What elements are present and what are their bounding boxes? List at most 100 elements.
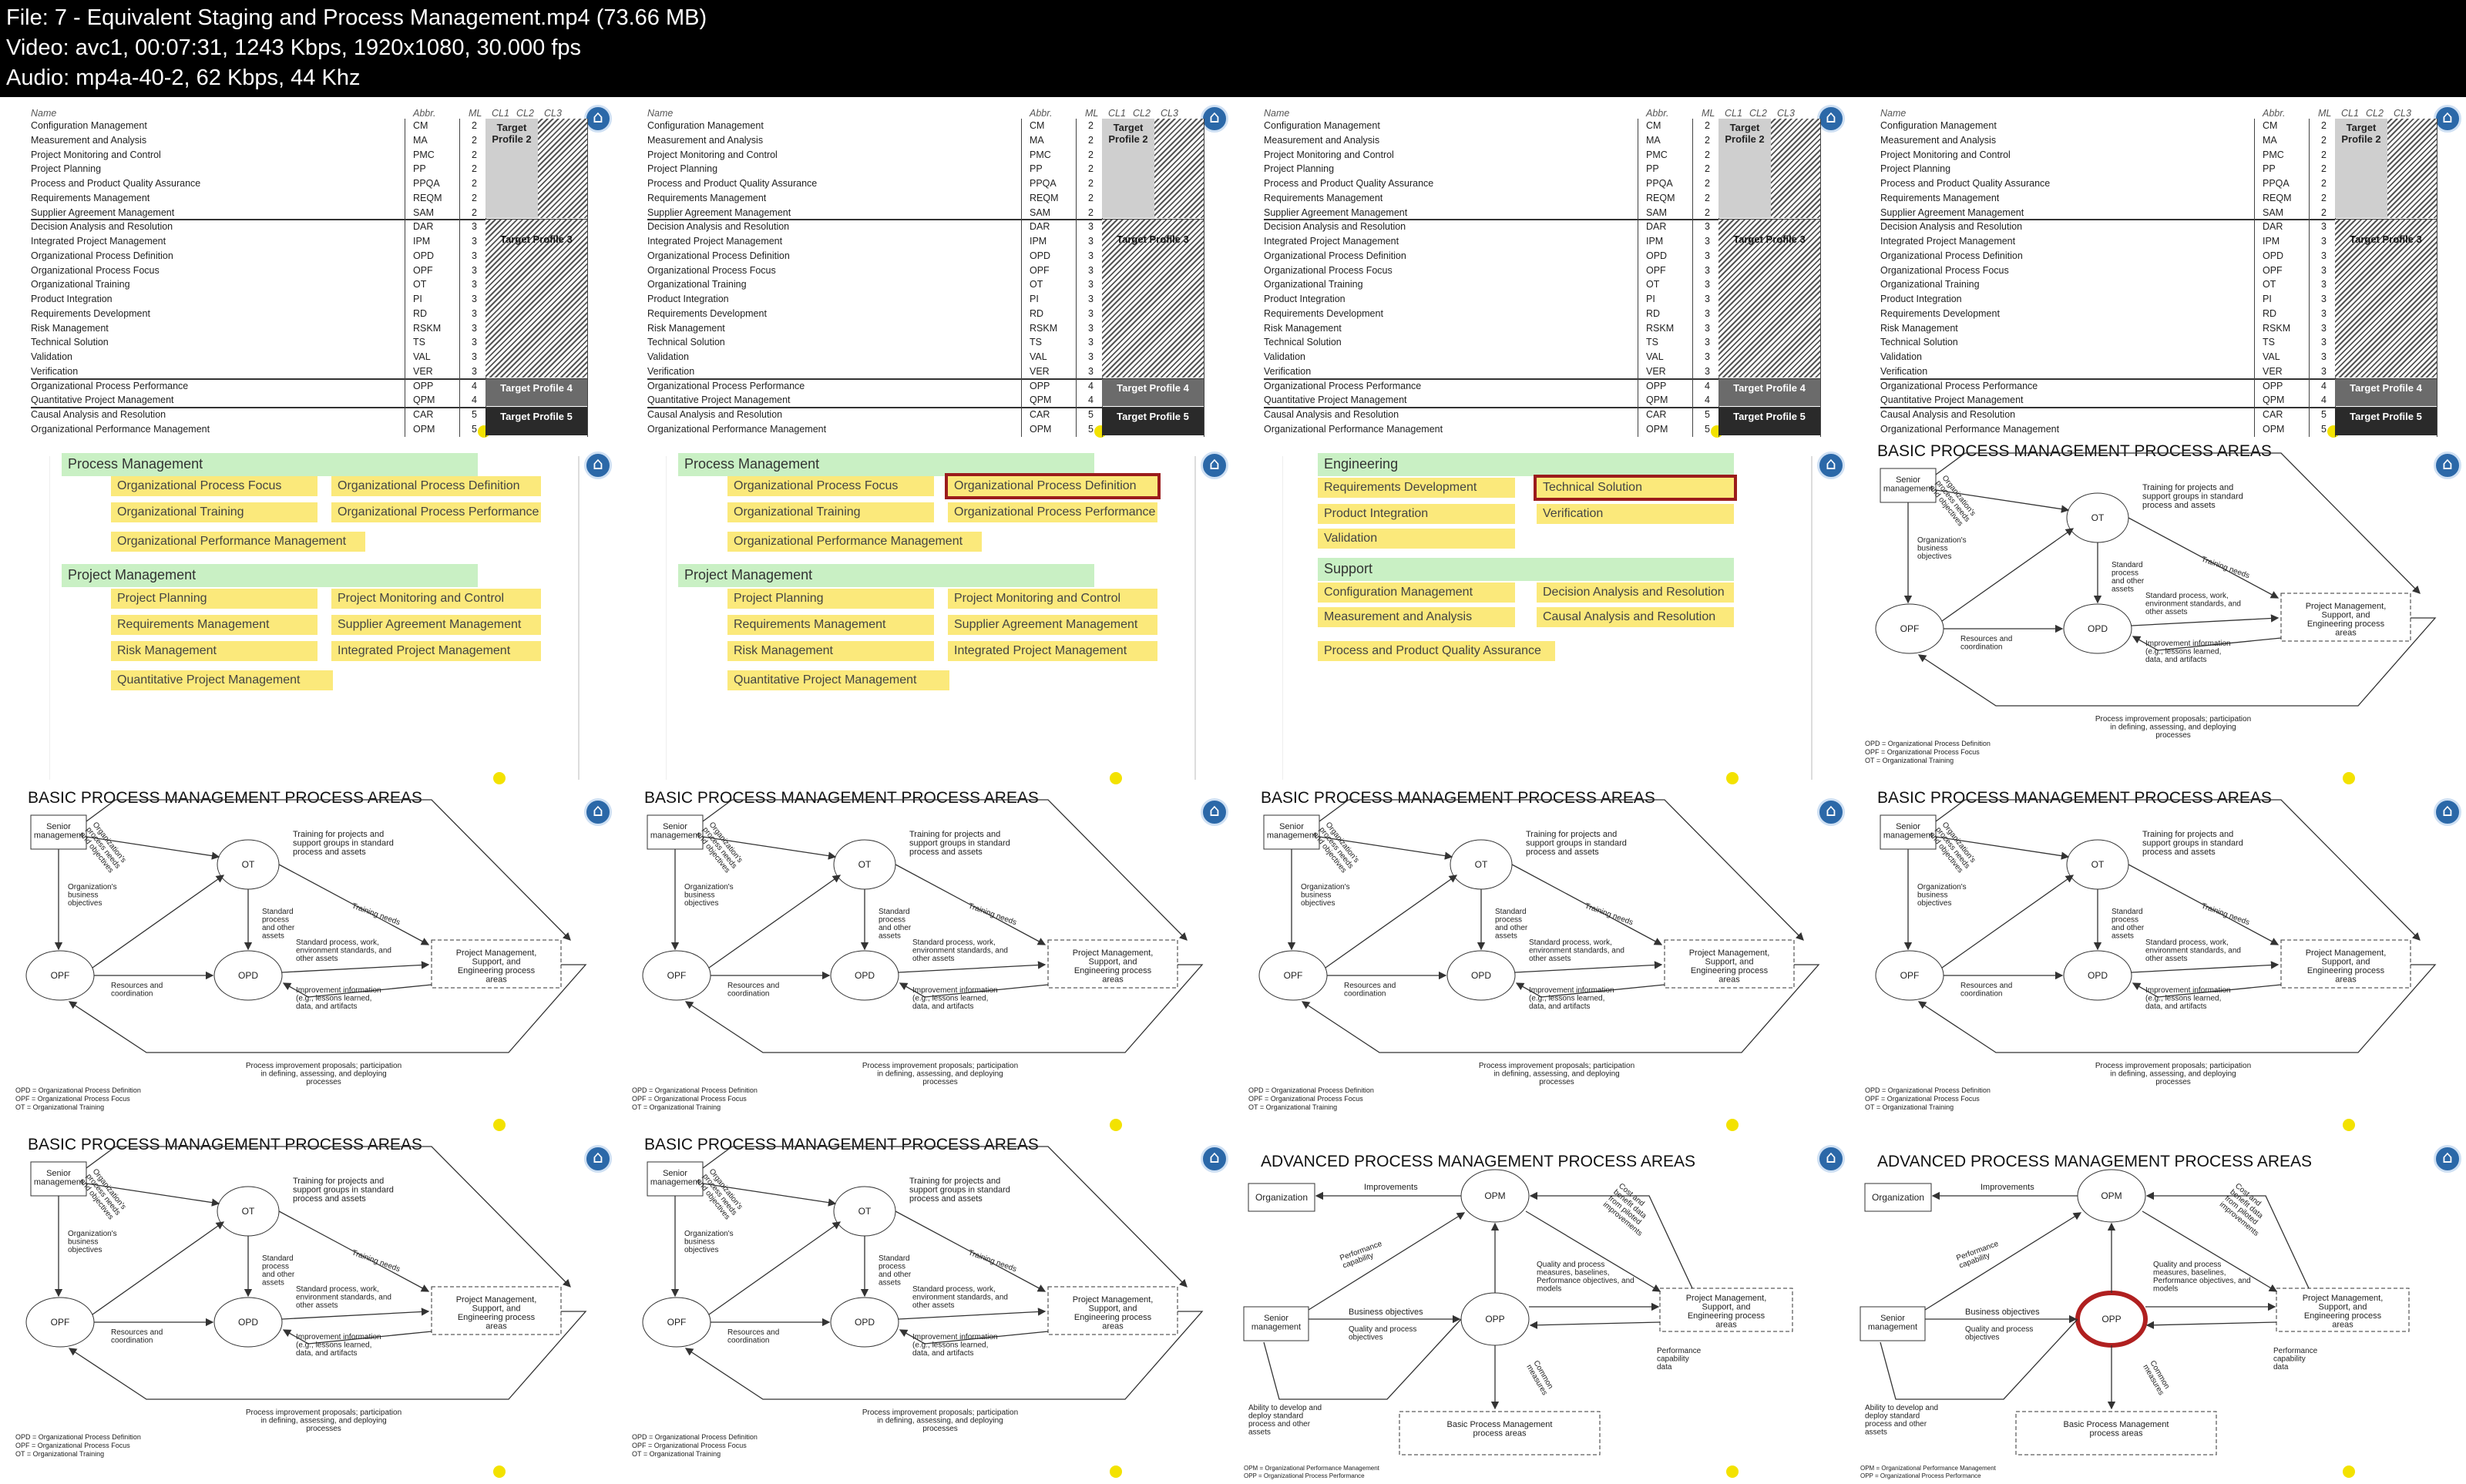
target-profile-2: Target Profile 2 <box>2335 119 2387 219</box>
category-item: Organizational Process Performance <box>948 502 1157 522</box>
thumbnail-2[interactable]: ⌂ Name Abbr. ML CL1 CL2 CL3 Configuration Manag… <box>616 97 1233 444</box>
legend-line: OPD = Organizational Process Definition <box>1865 1086 1991 1094</box>
table-vline <box>2309 119 2310 437</box>
diagram-group: Senior managementOTOPF OPDProject Manageme… <box>632 1146 1204 1458</box>
business-objectives-label: Business objectives <box>1349 1308 1423 1317</box>
standard-work-label: Standard process, work, environment stand… <box>912 938 1008 963</box>
ot-label: OT <box>2091 512 2105 523</box>
table-col-header: CL3 <box>1161 108 1178 119</box>
thumbnail-3[interactable]: ⌂ Name Abbr. ML CL1 CL2 CL3 Configuration Manag… <box>1233 97 1850 444</box>
table-row: Process and Product Quality Assurance PPQ… <box>1264 176 1710 191</box>
process-area-name: Organizational Process Definition <box>647 250 790 261</box>
thumbnail-11[interactable]: ⌂ BASIC PROCESS MANAGEMENT PROCESS AREAS S… <box>1233 791 1850 1137</box>
thumbnail-13[interactable]: ⌂ BASIC PROCESS MANAGEMENT PROCESS AREAS S… <box>0 1137 616 1484</box>
opd-label: OPD <box>855 1317 875 1328</box>
process-area-name: Process and Product Quality Assurance <box>31 178 201 189</box>
process-area-abbr: CM <box>1030 120 1045 131</box>
process-area-name: Requirements Management <box>647 192 767 203</box>
table-col-header: Name <box>1880 108 1907 119</box>
table-vline <box>1076 119 1077 437</box>
table-row: Quantitative Project Management QPM 4 <box>31 393 477 408</box>
edge <box>1514 961 1663 973</box>
process-area-abbr: PPQA <box>413 178 440 189</box>
thumbnail-6[interactable]: ⌂ Process Management Organizational Proces… <box>616 444 1233 791</box>
table-col-header: Abbr. <box>1646 108 1669 119</box>
process-area-abbr: PMC <box>1030 149 1051 160</box>
edge <box>702 1146 1188 1288</box>
thumbnail-5[interactable]: ⌂ Process Management Organizational Proces… <box>0 444 616 791</box>
table-col-header: ML <box>1085 108 1099 119</box>
table-row: Organizational Process Focus OPF 3 <box>647 264 1094 278</box>
process-area-abbr: OPF <box>2263 264 2283 276</box>
maturity-level: 3 <box>1088 307 1094 319</box>
diagram-group: Senior managementOTOPF OPDProject Manageme… <box>632 799 1204 1111</box>
thumbnail-9[interactable]: ⌂ BASIC PROCESS MANAGEMENT PROCESS AREAS S… <box>0 791 616 1137</box>
maturity-level: 3 <box>472 294 477 304</box>
process-area-abbr: CAR <box>1030 409 1050 420</box>
thumbnail-10[interactable]: ⌂ BASIC PROCESS MANAGEMENT PROCESS AREAS S… <box>616 791 1233 1137</box>
table-col-header: ML <box>2318 108 2332 119</box>
thumbnail-15[interactable]: ⌂ ADVANCED PROCESS MANAGEMENT PROCESS ARE… <box>1233 1137 1850 1484</box>
process-area-abbr: PMC <box>413 149 435 160</box>
table-row: Process and Product Quality Assurance PPQ… <box>31 176 477 191</box>
table-row: Measurement and Analysis MA 2 <box>1264 133 1710 148</box>
table-row: Organizational Process Definition OPD 3 <box>31 249 477 264</box>
thumbnail-1[interactable]: ⌂ Name Abbr. ML CL1 CL2 CL3 Configuration Manag… <box>0 97 616 444</box>
standard-work-label: Standard process, work, environment stand… <box>912 1285 1008 1310</box>
legend-line: OPD = Organizational Process Definition <box>632 1433 758 1441</box>
category-item: Supplier Agreement Management <box>331 615 541 635</box>
maturity-level: 4 <box>472 395 477 406</box>
maturity-level: 2 <box>2321 120 2327 131</box>
thumbnail-7[interactable]: ⌂ Engineering Requirements Development Tech… <box>1233 444 1850 791</box>
process-area-abbr: MA <box>1646 134 1661 146</box>
category-item: Quantitative Project Management <box>111 670 333 690</box>
process-area-name: Organizational Training <box>647 279 747 290</box>
process-area-name: Configuration Management <box>647 120 764 131</box>
thumbnail-4[interactable]: ⌂ Name Abbr. ML CL1 CL2 CL3 Configuration Manag… <box>1850 97 2466 444</box>
thumbnail-8[interactable]: ⌂ BASIC PROCESS MANAGEMENT PROCESS AREAS S… <box>1850 444 2466 791</box>
thumbnail-grid: ⌂ Name Abbr. ML CL1 CL2 CL3 Configuration Manag… <box>0 97 2466 1484</box>
maturity-level: 3 <box>1088 322 1094 334</box>
edge <box>898 1308 1047 1320</box>
maturity-level: 2 <box>2321 163 2327 175</box>
thumbnail-12[interactable]: ⌂ BASIC PROCESS MANAGEMENT PROCESS AREAS S… <box>1850 791 2466 1137</box>
table-row: Validation VAL 3 <box>1264 350 1710 364</box>
process-area-abbr: RSKM <box>1646 322 1675 334</box>
table-row: Organizational Process Performance OPP 4 <box>1880 379 2327 394</box>
table-row: Process and Product Quality Assurance PPQ… <box>1880 176 2327 191</box>
audio-info: Audio: mp4a-40-2, 62 Kbps, 44 Khz <box>6 65 361 90</box>
process-area-name: Quantitative Project Management <box>31 395 174 406</box>
improvement-info-label: Improvement information (e.g., lessons le… <box>912 1333 998 1358</box>
process-area-name: Project Planning <box>647 163 718 175</box>
process-area-name: Organizational Performance Management <box>647 423 827 435</box>
process-area-name: Measurement and Analysis <box>1880 134 1997 146</box>
opp-label: OPP <box>2101 1314 2121 1325</box>
maturity-level: 3 <box>1705 279 1710 290</box>
legend-line: OT = Organizational Training <box>15 1450 104 1458</box>
opd-label: OPD <box>2088 970 2108 981</box>
process-area-name: Decision Analysis and Resolution <box>31 221 173 233</box>
legend-line: OPF = Organizational Process Focus <box>1865 1095 1980 1103</box>
process-area-name: Product Integration <box>1264 294 1346 304</box>
process-area-name: Organizational Training <box>31 279 130 290</box>
process-area-abbr: IPM <box>2263 236 2280 247</box>
maturity-level: 3 <box>472 236 477 247</box>
process-area-name: Integrated Project Management <box>1264 236 1399 247</box>
process-area-name: Technical Solution <box>31 337 109 348</box>
opf-label: OPF <box>1900 623 1920 634</box>
thumbnail-14[interactable]: ⌂ BASIC PROCESS MANAGEMENT PROCESS AREAS S… <box>616 1137 1233 1484</box>
training-label: Training for projects and support groups … <box>909 1177 1010 1204</box>
maturity-level: 2 <box>472 134 477 146</box>
category-item: Organizational Training <box>727 502 934 522</box>
maturity-level: 2 <box>1088 120 1094 131</box>
target-profile-5: Target Profile 5 <box>1102 408 1204 435</box>
thumbnail-badge-icon: ⌂ <box>584 105 612 133</box>
maturity-level: 2 <box>472 163 477 175</box>
table-row: Organizational Training OT 3 <box>1880 277 2327 292</box>
process-area-abbr: OPP <box>1030 380 1050 391</box>
maturity-level: 2 <box>472 149 477 160</box>
table-row: Requirements Development RD 3 <box>31 307 477 321</box>
target-profile-3: Target Profile 3 <box>1718 220 1820 378</box>
ability-label: Ability to develop and deploy standard pro… <box>1865 1404 1938 1437</box>
thumbnail-16[interactable]: ⌂ ADVANCED PROCESS MANAGEMENT PROCESS ARE… <box>1850 1137 2466 1484</box>
